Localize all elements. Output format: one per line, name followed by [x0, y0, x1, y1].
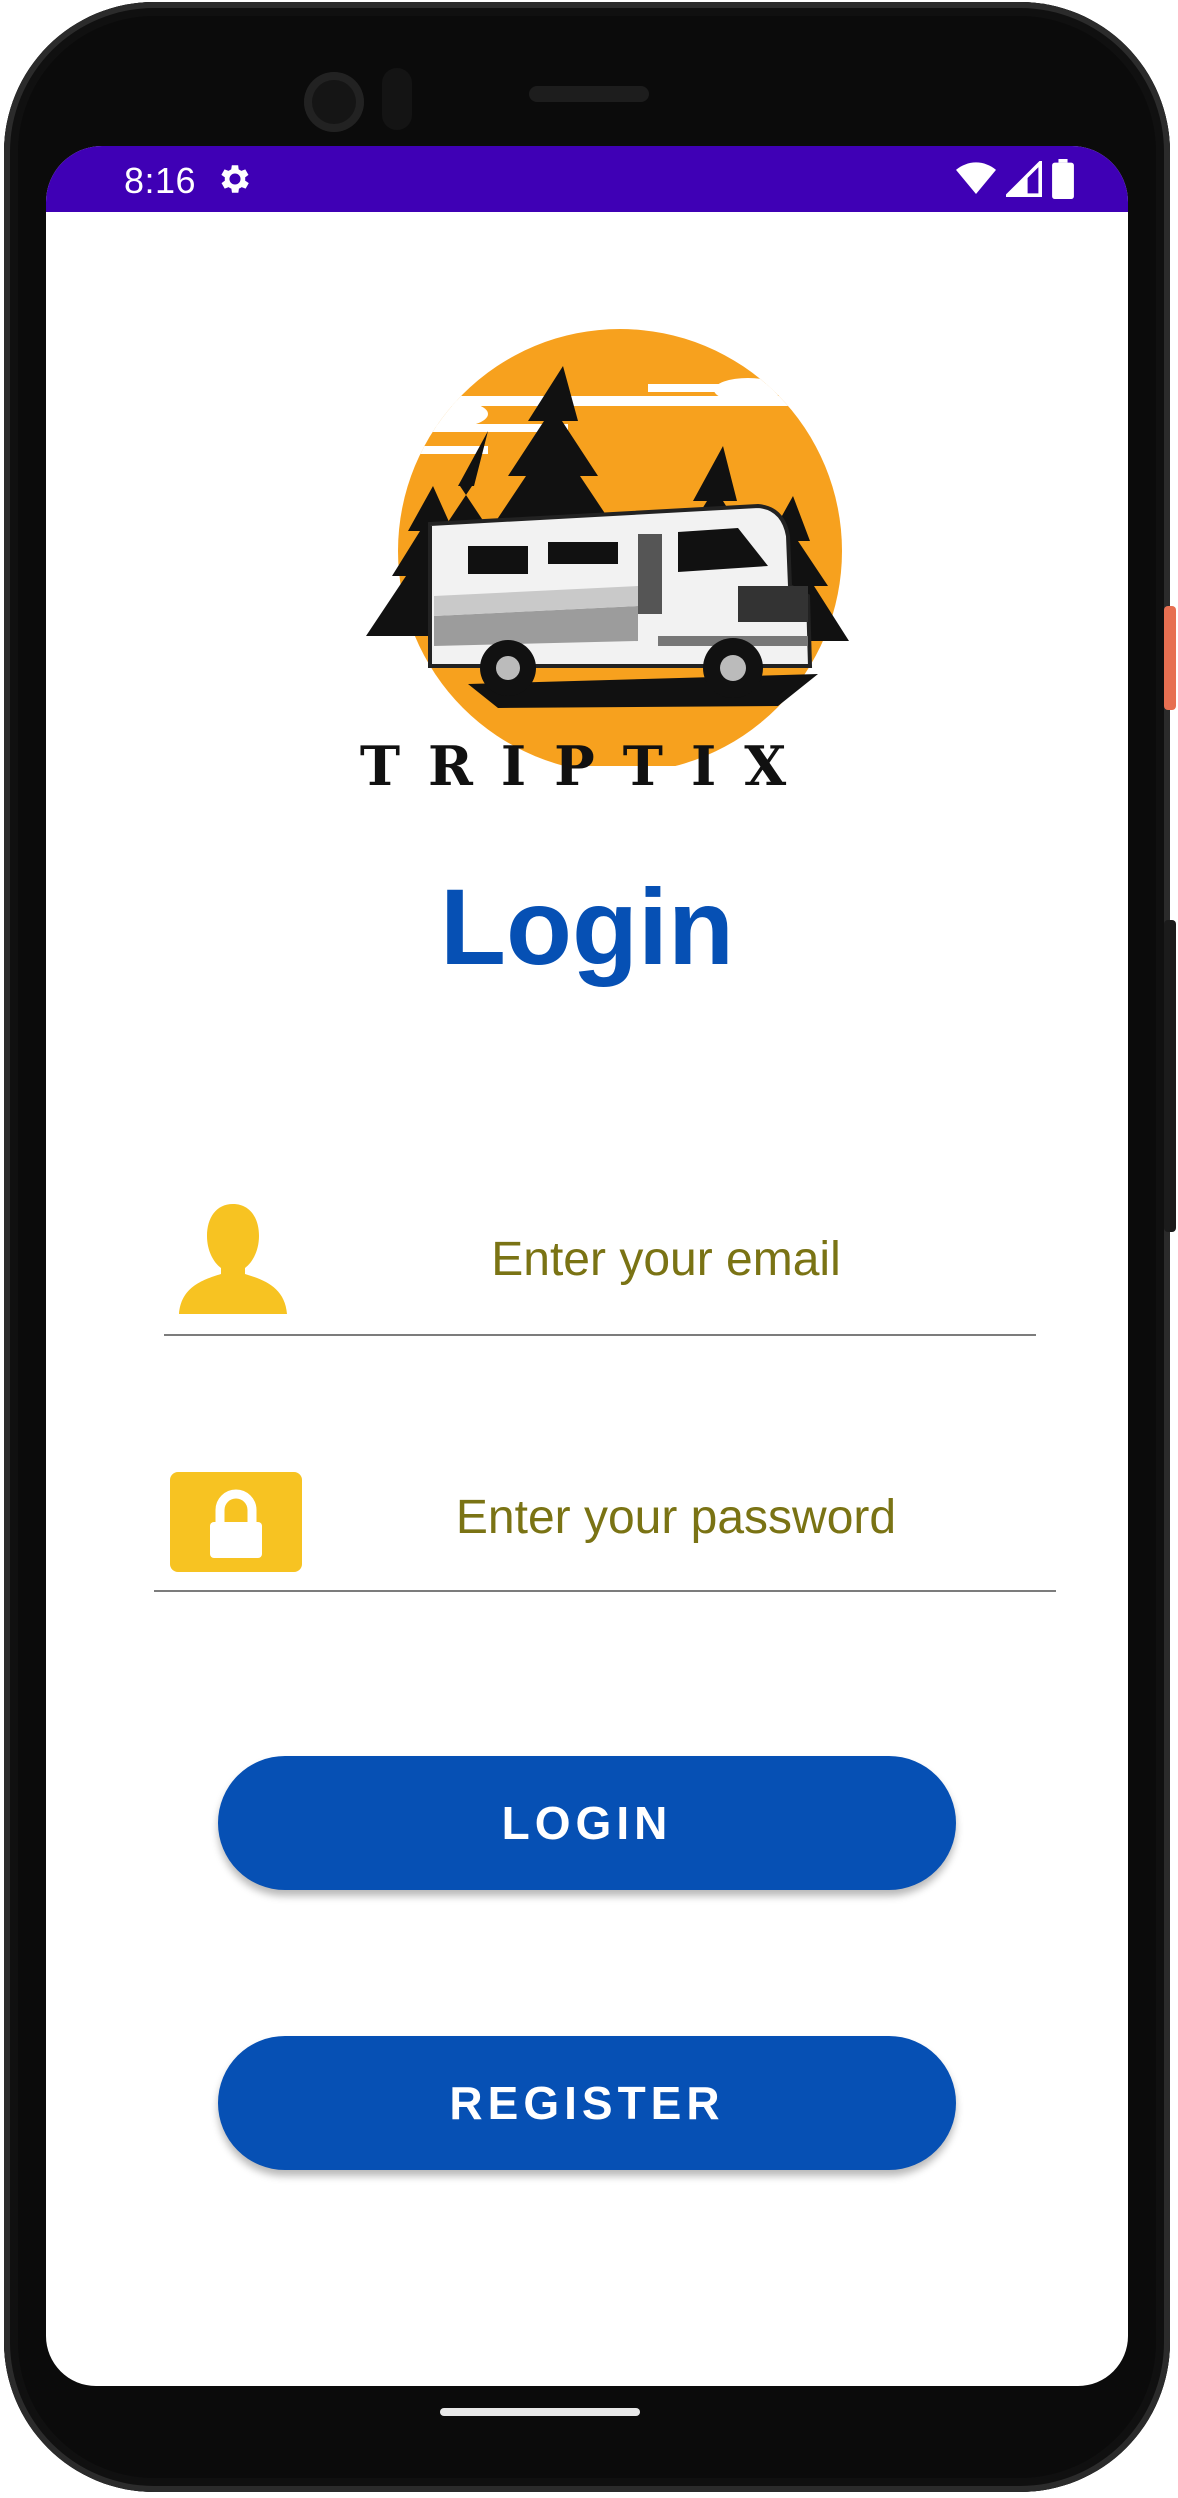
- settings-gear-icon: [221, 165, 249, 193]
- power-button: [1164, 606, 1176, 710]
- status-icons: [956, 159, 1074, 199]
- user-icon: [179, 1204, 287, 1314]
- email-field-row: [164, 1198, 1036, 1336]
- battery-icon: [1052, 159, 1074, 199]
- earpiece-speaker: [529, 86, 649, 102]
- email-input[interactable]: [314, 1218, 1018, 1300]
- password-field-row: [154, 1462, 1056, 1592]
- triptix-logo-image: [366, 329, 849, 766]
- cellular-signal-icon: [1006, 161, 1042, 197]
- password-input[interactable]: [314, 1474, 1038, 1560]
- app-screen: 8:16 TRIPTIX Login Enter your email LOGI…: [46, 146, 1128, 2386]
- home-gesture-bar[interactable]: [440, 2408, 640, 2416]
- status-time: 8:16: [124, 160, 197, 201]
- proximity-sensor: [382, 68, 412, 130]
- brand-name: TRIPTIX: [359, 734, 815, 798]
- front-camera: [304, 72, 364, 132]
- status-bar: 8:16: [46, 146, 1128, 212]
- page-title: Login: [440, 866, 734, 987]
- wifi-icon: [956, 162, 996, 194]
- register-button[interactable]: REGISTER: [218, 2036, 956, 2170]
- login-button[interactable]: LOGIN: [218, 1756, 956, 1890]
- volume-button: [1164, 920, 1176, 1232]
- lock-icon: [170, 1472, 302, 1572]
